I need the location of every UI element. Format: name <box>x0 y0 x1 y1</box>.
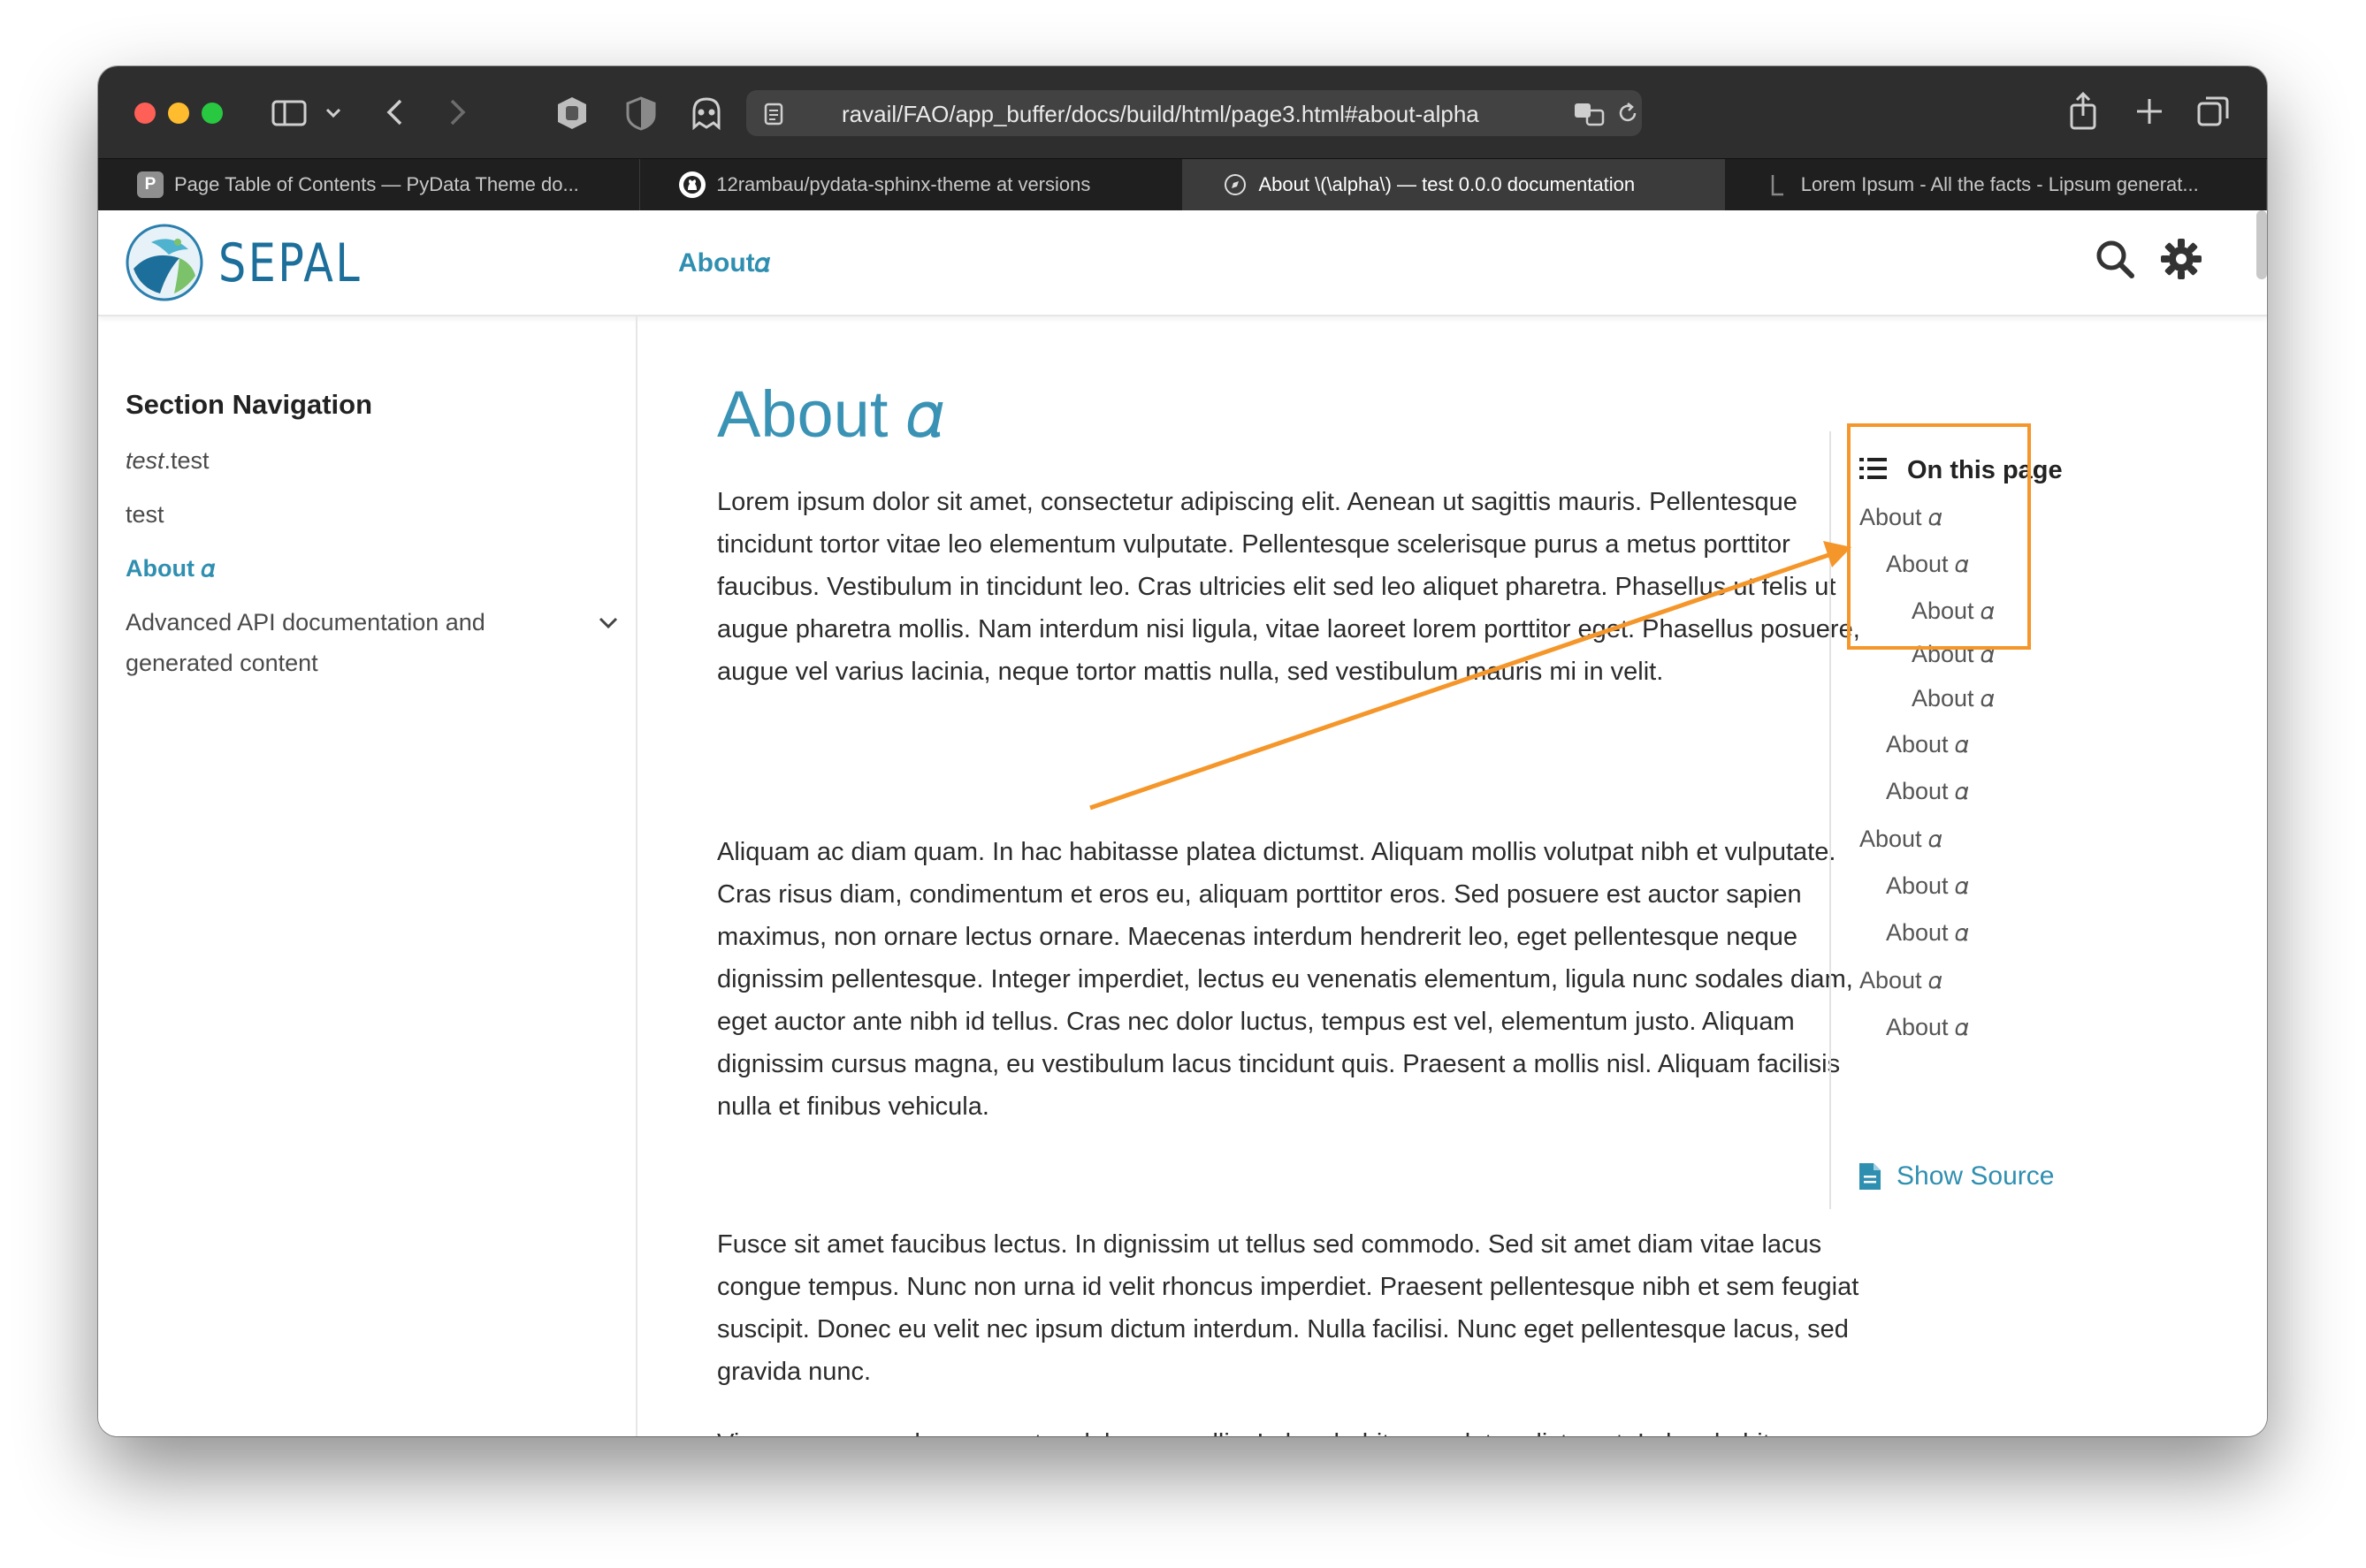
toc-item[interactable]: About 𝛼 <box>1886 872 1969 901</box>
github-icon <box>679 171 706 198</box>
lipsum-favicon-icon <box>1764 171 1790 198</box>
pydata-favicon-icon: P <box>137 171 164 198</box>
toc-item[interactable]: About 𝛼 <box>1886 919 1969 948</box>
sidebar-item-advanced-api[interactable]: Advanced API documentation and generated… <box>126 602 541 683</box>
section-navigation-title: Section Navigation <box>126 389 373 420</box>
nav-link-about[interactable]: About𝛼 <box>678 248 770 278</box>
url-text[interactable]: ravail/FAO/app_buffer/docs/build/html/pa… <box>842 101 1479 128</box>
sidebar-item-test[interactable]: test <box>126 494 164 535</box>
sidebar-item-test-test[interactable]: test.test <box>126 440 210 481</box>
zoom-window-button[interactable] <box>202 103 223 124</box>
tab-lipsum[interactable]: Lorem Ipsum - All the facts - Lipsum gen… <box>1725 159 2267 210</box>
back-arrow-icon[interactable] <box>385 98 404 126</box>
section-navigation: Section Navigation test.test test About … <box>98 316 637 1436</box>
tab-strip: P Page Table of Contents — PyData Theme … <box>98 158 2267 210</box>
tab-github[interactable]: 12rambau/pydata-sphinx-theme at versions <box>640 159 1183 210</box>
shield-extension-icon[interactable] <box>554 95 590 131</box>
close-window-button[interactable] <box>134 103 156 124</box>
page-title: About 𝛼 <box>717 377 944 451</box>
minimize-window-button[interactable] <box>168 103 189 124</box>
chevron-down-icon[interactable] <box>599 617 618 629</box>
site-header: SEPAL About𝛼 <box>98 210 2267 316</box>
forward-arrow-icon[interactable] <box>448 98 468 126</box>
show-source-link[interactable]: Show Source <box>1897 1161 2054 1191</box>
web-page: SEPAL About𝛼 Section Navigation test.tes… <box>98 210 2267 1436</box>
scrollbar-thumb[interactable] <box>2256 210 2267 279</box>
tab-pydata-toc[interactable]: P Page Table of Contents — PyData Theme … <box>98 159 641 210</box>
sidebar-item-about-alpha[interactable]: About 𝛼 <box>126 548 215 589</box>
browser-toolbar: ravail/FAO/app_buffer/docs/build/html/pa… <box>98 66 2267 158</box>
search-icon[interactable] <box>2093 237 2137 281</box>
reader-mode-icon[interactable] <box>764 103 783 126</box>
chevron-down-icon[interactable] <box>325 107 341 119</box>
tab-title: Page Table of Contents — PyData Theme do… <box>174 173 579 195</box>
toc-item[interactable]: About 𝛼 <box>1859 967 1942 995</box>
compass-icon <box>1222 171 1248 198</box>
site-logo-text[interactable]: SEPAL <box>218 232 362 294</box>
browser-window: ravail/FAO/app_buffer/docs/build/html/pa… <box>98 66 2267 1436</box>
paragraph-2: Aliquam ac diam quam. In hac habitasse p… <box>717 838 1853 1121</box>
file-icon[interactable] <box>1858 1161 1882 1191</box>
ghost-extension-icon[interactable] <box>689 95 724 131</box>
paragraph-4: Vivamus commodo augue et sodales convall… <box>717 1422 1866 1436</box>
toc-item[interactable]: About 𝛼 <box>1859 826 1942 854</box>
tab-about-alpha[interactable]: About \(\alpha\) — test 0.0.0 documentat… <box>1182 159 1725 210</box>
paragraph-3: Fusce sit amet faucibus lectus. In digni… <box>717 1230 1859 1386</box>
translate-icon[interactable] <box>1573 102 1607 126</box>
toc-item[interactable]: About 𝛼 <box>1886 1014 1969 1042</box>
sidebar-toggle-icon[interactable] <box>271 100 307 126</box>
address-bar[interactable]: ravail/FAO/app_buffer/docs/build/html/pa… <box>746 90 1642 136</box>
tab-title: Lorem Ipsum - All the facts - Lipsum gen… <box>1800 173 2199 195</box>
sidebar-item-label-rest: .test <box>164 447 210 474</box>
new-tab-icon[interactable] <box>2135 97 2164 126</box>
tab-title: 12rambau/pydata-sphinx-theme at versions <box>716 173 1091 195</box>
sepal-logo-icon[interactable] <box>125 223 204 302</box>
paragraph-1: Lorem ipsum dolor sit amet, consectetur … <box>717 488 1860 686</box>
tab-title: About \(\alpha\) — test 0.0.0 documentat… <box>1258 173 1636 195</box>
reload-icon[interactable] <box>1616 101 1639 126</box>
share-icon[interactable] <box>2068 91 2098 130</box>
tab-overview-icon[interactable] <box>2197 95 2229 127</box>
toc-item[interactable]: About 𝛼 <box>1912 685 1995 713</box>
privacy-shield-icon[interactable] <box>625 95 657 131</box>
theme-toggle-gear-icon[interactable] <box>2159 237 2203 281</box>
toc-item[interactable]: About 𝛼 <box>1886 778 1969 806</box>
annotation-highlight-box <box>1847 423 2031 650</box>
toc-item[interactable]: About 𝛼 <box>1886 731 1969 759</box>
sidebar-item-label-em: test <box>126 447 164 474</box>
